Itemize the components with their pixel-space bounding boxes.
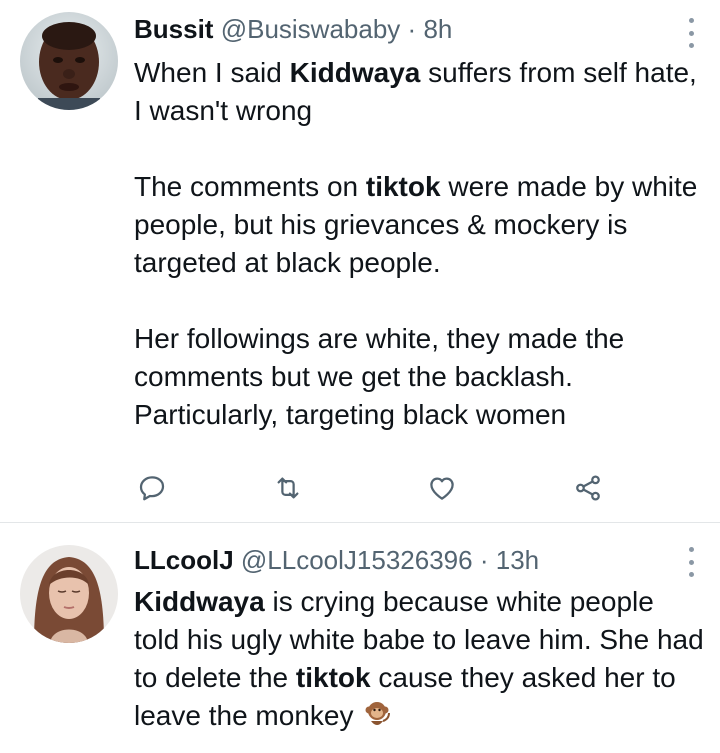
more-dot bbox=[688, 30, 694, 36]
like-button[interactable] bbox=[424, 470, 460, 506]
display-name[interactable]: LLcoolJ bbox=[134, 545, 234, 575]
tweet[interactable]: Bussit @Busiswababy · 8h When I said Kid… bbox=[0, 0, 720, 522]
bold-term: tiktok bbox=[295, 662, 371, 693]
share-icon bbox=[576, 475, 600, 501]
bold-term: tiktok bbox=[365, 171, 441, 202]
separator-dot: · bbox=[479, 545, 489, 575]
retweet-button[interactable] bbox=[270, 470, 306, 506]
tweet-actions bbox=[134, 470, 614, 506]
tweet-paragraph: Kiddwaya is crying because white people … bbox=[134, 583, 704, 739]
avatar[interactable] bbox=[20, 12, 118, 110]
text-run: The comments on bbox=[134, 171, 366, 202]
heart-icon bbox=[430, 477, 454, 500]
tweet-paragraph: Her followings are white, they made the … bbox=[134, 320, 704, 434]
tweet-text: Kiddwaya is crying because white people … bbox=[134, 583, 704, 739]
more-dot bbox=[688, 18, 694, 23]
tweet-header: LLcoolJ @LLcoolJ15326396 · 13h bbox=[134, 544, 539, 576]
tweet-paragraph: The comments on tiktok were made by whit… bbox=[134, 168, 704, 282]
avatar[interactable] bbox=[20, 545, 118, 643]
avatar-image bbox=[20, 545, 118, 643]
share-button[interactable] bbox=[570, 470, 606, 506]
more-dot bbox=[688, 572, 694, 577]
more-dot bbox=[688, 43, 694, 48]
tweet-text: When I said Kiddwaya suffers from self h… bbox=[134, 54, 704, 434]
timestamp[interactable]: 8h bbox=[423, 14, 452, 44]
reply-button[interactable] bbox=[134, 470, 170, 506]
timestamp[interactable]: 13h bbox=[496, 545, 539, 575]
more-options-icon[interactable] bbox=[684, 18, 698, 48]
tweet-header: Bussit @Busiswababy · 8h bbox=[134, 13, 452, 45]
text-run: Her followings are white, they made the … bbox=[134, 323, 625, 430]
text-run: When I said bbox=[134, 57, 290, 88]
reply-icon bbox=[139, 476, 165, 501]
user-handle[interactable]: @LLcoolJ15326396 bbox=[241, 545, 473, 575]
separator-dot: · bbox=[407, 14, 417, 44]
retweet-icon bbox=[277, 477, 299, 499]
more-options-icon[interactable] bbox=[684, 547, 698, 577]
more-dot bbox=[688, 559, 694, 565]
bold-term: Kiddwaya bbox=[289, 57, 421, 88]
avatar-image bbox=[20, 12, 118, 110]
tweet-feed: Bussit @Busiswababy · 8h When I said Kid… bbox=[0, 0, 720, 753]
user-handle[interactable]: @Busiswababy bbox=[221, 14, 401, 44]
tweet-paragraph: When I said Kiddwaya suffers from self h… bbox=[134, 54, 704, 130]
more-dot bbox=[688, 547, 694, 552]
bold-term: Kiddwaya bbox=[134, 586, 265, 617]
tweet[interactable]: LLcoolJ @LLcoolJ15326396 · 13h Kiddwaya … bbox=[0, 522, 720, 753]
monkey-emoji bbox=[361, 697, 393, 739]
display-name[interactable]: Bussit bbox=[134, 14, 213, 44]
